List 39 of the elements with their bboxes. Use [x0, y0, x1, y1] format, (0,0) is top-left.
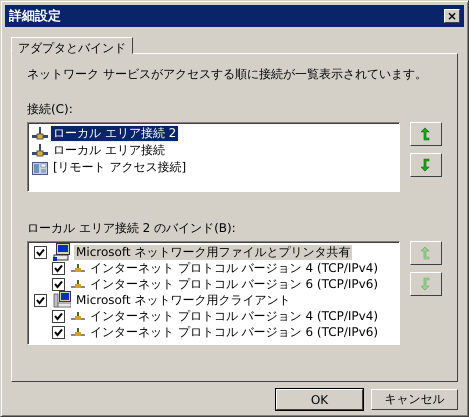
list-item[interactable]: ローカル エリア接続 2 [51, 126, 178, 141]
checkbox[interactable] [52, 310, 65, 322]
protocol-icon [71, 327, 85, 337]
list-item[interactable]: Microsoft ネットワーク用ファイルとプリンタ共有 [74, 244, 352, 260]
window-title: 詳細設定 [9, 8, 62, 25]
down-arrow-icon [421, 158, 431, 172]
protocol-icon [71, 263, 85, 273]
down-arrow-icon [421, 277, 431, 291]
dialog-button[interactable]: キャンセル [371, 389, 458, 410]
close-button[interactable]: × [444, 9, 460, 23]
checkbox[interactable] [52, 326, 65, 338]
list-item[interactable]: ローカル エリア接続 [51, 143, 167, 158]
checkbox[interactable] [34, 246, 47, 258]
dialog-button[interactable]: OK [276, 389, 363, 410]
list-item[interactable]: インターネット プロトコル バージョン 4 (TCP/IPv4) [88, 260, 380, 276]
up-arrow-icon [421, 127, 431, 141]
network-icon [32, 144, 48, 158]
list-item[interactable]: インターネット プロトコル バージョン 4 (TCP/IPv4) [88, 308, 380, 324]
move-down-button[interactable] [410, 153, 442, 177]
move-up-button[interactable] [410, 122, 442, 146]
connections-list[interactable]: ローカル エリア接続 2 ローカル エリア接続 [リモート アクセス接続] [27, 122, 400, 192]
checkbox[interactable] [52, 262, 65, 274]
list-item[interactable]: Microsoft ネットワーク用クライアント [74, 292, 292, 308]
list-item[interactable]: インターネット プロトコル バージョン 6 (TCP/IPv6) [88, 276, 380, 292]
checkbox[interactable] [34, 294, 47, 306]
list-label: ローカル エリア接続 2 のバインド(B): [27, 220, 237, 237]
checkbox[interactable] [52, 278, 65, 290]
list-item[interactable]: [リモート アクセス接続] [51, 160, 188, 175]
computer-icon [53, 243, 71, 261]
network-icon [32, 126, 48, 140]
bindings-list[interactable]: Microsoft ネットワーク用ファイルとプリンタ共有 インターネット プロトコル バージョン 4 (TCP/IPv4) インターネット プロトコル バージョン 6 (TCP/IPv6) Microsoft ネットワーク用クライアント インターネット プロトコル バージョン 4 (TCP/IPv4) インターネット プロトコル バージョン 6 (TCP/IPv6) [27, 241, 400, 345]
list-item[interactable]: インターネット プロトコル バージョン 6 (TCP/IPv6) [88, 324, 380, 340]
description-text: ネットワーク サービスがアクセスする順に接続が一覧表示されています。 [27, 66, 428, 83]
protocol-icon [71, 279, 85, 289]
list-label: 接続(C): [27, 101, 74, 118]
computer-icon [53, 291, 71, 309]
up-arrow-icon [421, 246, 431, 260]
protocol-icon [71, 311, 85, 321]
tab[interactable]: アダプタとバインド [11, 37, 133, 54]
